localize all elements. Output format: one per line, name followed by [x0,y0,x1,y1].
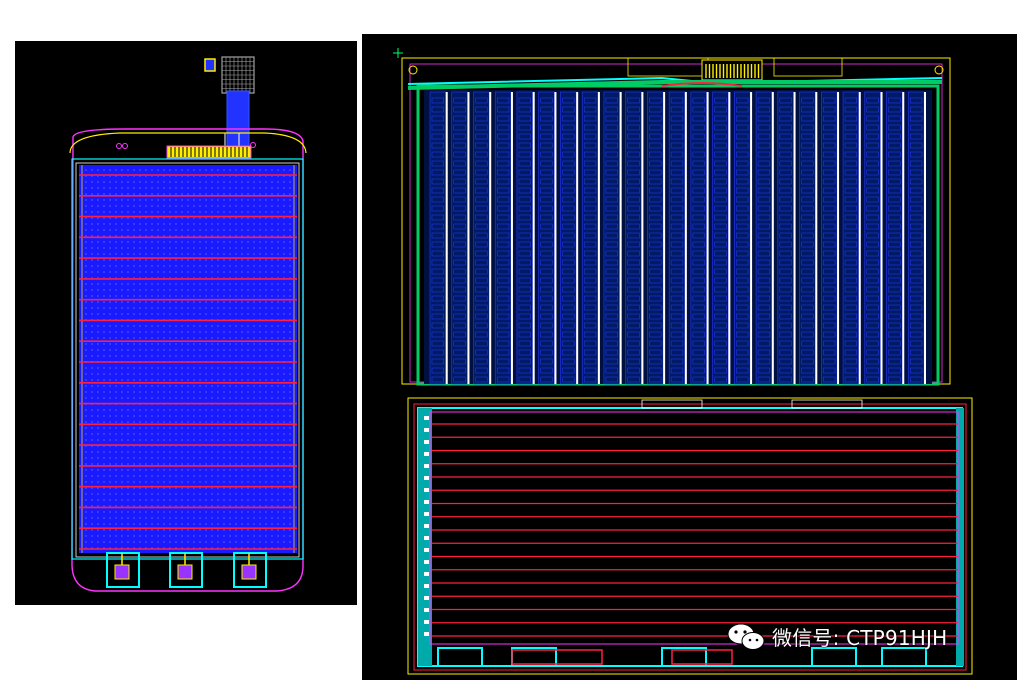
sensor-layout-top-right-panel [362,34,1017,386]
watermark: 微信号: CTP91HJH [726,619,947,653]
bonding-pads [166,145,252,159]
sensor-layout-left-svg [69,56,307,592]
watermark-text: 微信号: CTP91HJH [772,625,948,650]
sensor-layout-top-right-svg [393,48,951,386]
fpc-connector [204,56,255,152]
sensor-layout-left-panel [15,41,357,605]
tab-1 [437,647,483,667]
wechat-icon [727,623,765,650]
